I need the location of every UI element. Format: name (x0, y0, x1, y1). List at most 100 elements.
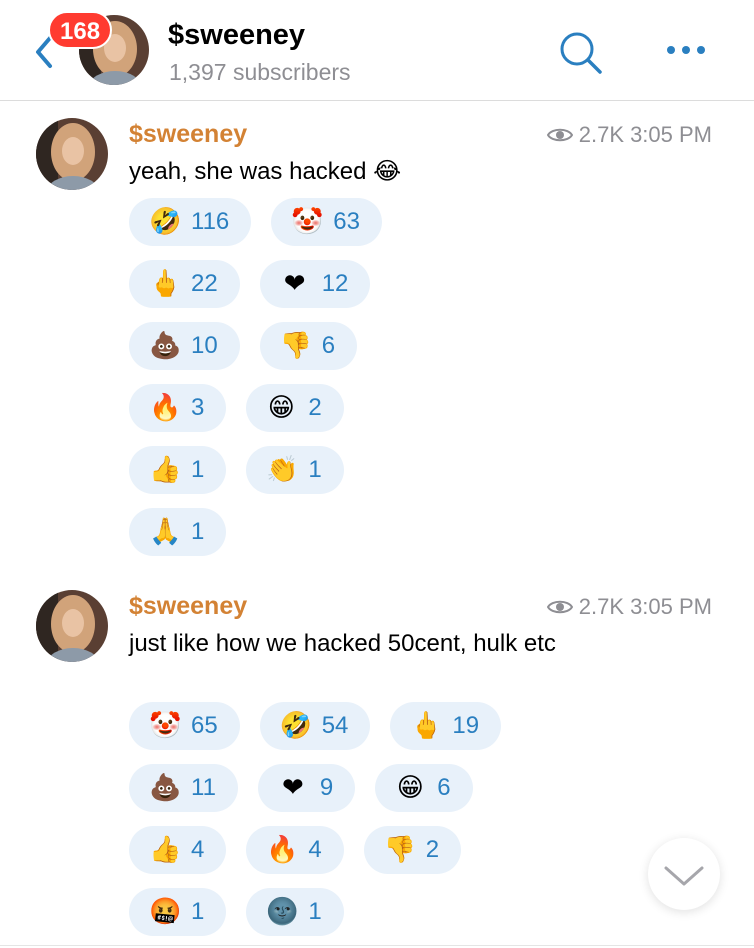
reaction-button[interactable]: 😁 2 (246, 384, 344, 432)
reaction-row: 🔥 3 😁 2 (129, 384, 729, 432)
reaction-count: 9 (319, 774, 334, 801)
scroll-to-bottom-button[interactable] (648, 838, 720, 910)
reaction-button[interactable]: 🤬 1 (129, 888, 227, 936)
chevron-down-icon (664, 866, 704, 886)
reaction-count: 2 (425, 836, 440, 863)
reaction-count: 1 (191, 456, 205, 483)
heart-icon: ❤ (282, 773, 304, 803)
reaction-count: 1 (308, 456, 322, 483)
avatar-image (36, 118, 108, 190)
reaction-count: 6 (437, 774, 451, 801)
grin-icon: 😁 (267, 393, 295, 423)
view-count: 2.7K (578, 122, 625, 147)
reaction-button[interactable]: 🤣 54 (259, 702, 371, 750)
view-count: 2.7K (578, 594, 625, 619)
fire-icon: 🔥 (266, 835, 299, 865)
reaction-row: 💩 11 ❤ 9 😁 6 (129, 764, 729, 812)
thumbs-up-icon: 👍 (149, 455, 182, 485)
thumbs-down-icon: 👎 (383, 835, 417, 865)
reaction-button[interactable]: 🖕 19 (390, 702, 502, 750)
reaction-button[interactable]: 👎 6 (259, 322, 358, 370)
more-dots-icon (667, 46, 705, 54)
middle-finger-icon: 🖕 (149, 269, 182, 299)
reaction-count: 22 (191, 270, 218, 297)
reaction-row: 💩 10 👎 6 (129, 322, 729, 370)
reaction-button[interactable]: 🔥 3 (129, 384, 227, 432)
pray-icon: 🙏 (149, 517, 182, 547)
new-moon-face-icon: 🌚 (266, 897, 299, 927)
reaction-row: 🤬 1 🌚 1 (129, 888, 729, 936)
message-time: 3:05 PM (630, 122, 712, 147)
message-2: $sweeney 2.7K 3:05 PM just like how we h… (0, 590, 754, 940)
reaction-row: 👍 1 👏 1 (129, 446, 729, 494)
search-button[interactable] (558, 30, 604, 76)
heart-icon: ❤ (283, 269, 306, 299)
reaction-count: 2 (308, 394, 322, 421)
reaction-count: 10 (191, 332, 218, 359)
reaction-count: 6 (321, 332, 336, 359)
reaction-button[interactable]: ❤ 12 (259, 260, 371, 308)
channel-title[interactable]: $sweeney (168, 19, 305, 52)
reaction-button[interactable]: 👏 1 (246, 446, 344, 494)
reaction-count: 4 (308, 836, 322, 863)
unread-badge: 168 (48, 11, 113, 49)
reaction-row: 👍 4 🔥 4 👎 2 (129, 826, 729, 874)
reactions: 🤣 116 🤡 63 🖕 22 ❤ 12 💩 10 👎 6 🔥 3 😁 2 👍 1 👏 1 🙏 1 (129, 198, 729, 570)
reaction-row: 🤣 116 🤡 63 (129, 198, 729, 246)
grin-icon: 😁 (396, 773, 424, 803)
reaction-count: 65 (191, 712, 218, 739)
middle-finger-icon: 🖕 (410, 711, 443, 741)
reactions: 🤡 65 🤣 54 🖕 19 💩 11 ❤ 9 😁 6 👍 4 🔥 4 👎 2 🤬 1 🌚 1 (129, 702, 729, 948)
message-author[interactable]: $sweeney (129, 120, 247, 149)
reaction-button[interactable]: 🌚 1 (246, 888, 344, 936)
reaction-button[interactable]: 🤡 65 (129, 702, 240, 750)
reaction-button[interactable]: 🤣 116 (129, 198, 252, 246)
reaction-button[interactable]: 💩 10 (129, 322, 240, 370)
reaction-button[interactable]: 🖕 22 (129, 260, 240, 308)
reaction-row: 🖕 22 ❤ 12 (129, 260, 729, 308)
message-1: $sweeney 2.7K 3:05 PM yeah, she was hack… (0, 118, 754, 568)
reaction-button[interactable]: 👍 4 (129, 826, 227, 874)
chat-header: 168 $sweeney 1,397 subscribers (0, 0, 754, 101)
reaction-count: 1 (191, 898, 205, 925)
reaction-button[interactable]: 🔥 4 (246, 826, 344, 874)
thumbs-down-icon: 👎 (279, 331, 313, 361)
reaction-count: 11 (191, 774, 216, 801)
rofl-icon: 🤣 (149, 207, 182, 237)
reaction-count: 1 (308, 898, 322, 925)
reaction-button[interactable]: 🙏 1 (129, 508, 227, 556)
clown-icon: 🤡 (149, 711, 182, 741)
subscriber-count: 1,397 subscribers (169, 59, 351, 85)
more-button[interactable] (664, 38, 708, 62)
eye-icon (546, 128, 573, 142)
message-author[interactable]: $sweeney (129, 592, 247, 621)
reaction-row: 🤡 65 🤣 54 🖕 19 (129, 702, 729, 750)
reaction-count: 12 (321, 270, 349, 297)
avatar-image (36, 590, 108, 662)
message-text: yeah, she was hacked 😂 (129, 158, 402, 185)
reaction-button[interactable]: ❤ 9 (257, 764, 356, 812)
cursing-face-icon: 🤬 (149, 897, 182, 927)
reaction-count: 3 (191, 394, 205, 421)
poop-icon: 💩 (149, 331, 182, 361)
reaction-count: 54 (321, 712, 349, 739)
fire-icon: 🔥 (149, 393, 182, 423)
author-avatar[interactable] (36, 118, 108, 190)
bottom-divider (0, 945, 754, 946)
message-text: just like how we hacked 50cent, hulk etc (129, 630, 556, 657)
clown-icon: 🤡 (291, 207, 324, 237)
author-avatar[interactable] (36, 590, 108, 662)
reaction-button[interactable]: 👎 2 (363, 826, 462, 874)
reaction-count: 116 (191, 208, 230, 235)
reaction-count: 63 (333, 208, 360, 235)
reaction-button[interactable]: 💩 11 (129, 764, 238, 812)
thumbs-up-icon: 👍 (149, 835, 182, 865)
clap-icon: 👏 (266, 455, 299, 485)
reaction-button[interactable]: 😁 6 (375, 764, 473, 812)
reaction-count: 4 (191, 836, 205, 863)
reaction-count: 19 (452, 712, 480, 739)
reaction-row: 🙏 1 (129, 508, 729, 556)
reaction-button[interactable]: 🤡 63 (271, 198, 382, 246)
poop-icon: 💩 (149, 773, 182, 803)
reaction-button[interactable]: 👍 1 (129, 446, 227, 494)
